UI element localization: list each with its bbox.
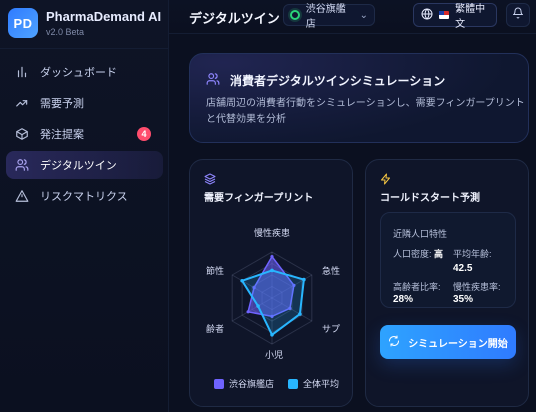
sidebar: PD PharmaDemand AI v2.0 Beta ダッシュボード 需要予… (0, 0, 169, 412)
refresh-icon (388, 335, 400, 350)
taiwan-flag-icon (439, 11, 450, 19)
page-title: デジタルツイン (189, 11, 280, 26)
elderly-ratio-value: 28% (393, 294, 414, 305)
warning-icon (14, 188, 30, 204)
fingerprint-card-header: 需要フィンガープリント (204, 172, 313, 204)
hero-title-row: 消費者デジタルツインシミュレーション (206, 72, 445, 89)
sidebar-item-digital-twin[interactable]: デジタルツイン (6, 151, 163, 179)
demographics-panel: 近隣人口特性 人口密度: 高 平均年齢: 42.5 高齢者比率: 28% 慢性疾… (380, 212, 516, 308)
radar-point (270, 255, 274, 259)
radar-point (270, 268, 274, 273)
radar-point (256, 304, 260, 308)
population-density-label-text: 人口密度: (393, 249, 432, 259)
radar-axis-label-left-top: 節性 (206, 266, 225, 276)
legend-item: 全体平均 (288, 377, 339, 390)
simulation-hero: 消費者デジタルツインシミュレーション 店舗周辺の消費者行動をシミュレーションし、… (189, 53, 529, 143)
legend-label: 渋谷旗艦店 (229, 379, 275, 389)
sidebar-item-demand-forecast[interactable]: 需要予測 (6, 89, 163, 117)
bell-icon (512, 6, 524, 24)
elderly-ratio-label: 高齢者比率: (393, 280, 441, 293)
chronic-rate-label-text: 慢性疾患率: (453, 282, 501, 292)
globe-icon (421, 8, 433, 23)
coldstart-card-title: コールドスタート予測 (380, 193, 480, 204)
radar-point (240, 278, 244, 283)
chevron-down-icon: ⌄ (359, 9, 368, 21)
layers-icon (204, 172, 216, 185)
average-age-label-text: 平均年齢: (453, 249, 492, 259)
users-icon (14, 157, 30, 173)
sidebar-item-label: デジタルツイン (40, 160, 117, 172)
hero-description: 店舗周辺の消費者行動をシミュレーションし、需要フィンガープリントと代替効果を分析 (206, 98, 525, 125)
cold-start-card: コールドスタート予測 近隣人口特性 人口密度: 高 平均年齢: 42.5 高齢者… (365, 159, 529, 407)
language-label: 繁體中文 (455, 4, 486, 30)
sidebar-nav: ダッシュボード 需要予測 発注提案 4 デジタルツイン リスクマトリクス (0, 58, 169, 213)
radar-point (298, 312, 302, 316)
notifications-button[interactable] (506, 3, 530, 27)
sidebar-item-dashboard[interactable]: ダッシュボード (6, 58, 163, 86)
radar-point (246, 310, 250, 314)
chronic-rate-value: 35% (453, 294, 474, 305)
chronic-rate-label: 慢性疾患率: (453, 280, 501, 293)
radar-point (302, 277, 306, 282)
sidebar-item-order-suggestions[interactable]: 発注提案 4 (6, 120, 163, 148)
main-content: 消費者デジタルツインシミュレーション 店舗周辺の消費者行動をシミュレーションし、… (169, 35, 536, 412)
brand-text: PharmaDemand AI v2.0 Beta (46, 8, 162, 37)
sidebar-item-label: ダッシュボード (40, 67, 117, 79)
order-suggestions-badge: 4 (137, 127, 151, 141)
store-select-value: 渋谷旗艦店 (305, 4, 346, 30)
legend-swatch (288, 378, 299, 389)
package-icon (14, 126, 30, 142)
elderly-ratio-label-text: 高齢者比率: (393, 282, 441, 292)
app-root: PD PharmaDemand AI v2.0 Beta ダッシュボード 需要予… (0, 0, 536, 412)
app-logo: PD (8, 8, 38, 38)
coldstart-card-header: コールドスタート予測 (380, 172, 480, 204)
sidebar-item-label: 需要予測 (40, 98, 84, 110)
radar-point (270, 333, 274, 337)
start-simulation-button[interactable]: シミュレーション開始 (380, 325, 516, 359)
radar-axis-label-right-bottom: サプ (322, 324, 341, 334)
store-status-icon (290, 10, 300, 20)
language-button[interactable]: 繁體中文 (413, 3, 497, 30)
sidebar-item-label: 発注提案 (40, 129, 84, 141)
lightning-icon (380, 172, 392, 185)
radar-axis-label-left-bottom: 齢者 (206, 324, 225, 334)
sidebar-item-label: リスクマトリクス (40, 191, 128, 203)
app-name: PharmaDemand AI (46, 8, 162, 24)
population-density-label: 人口密度: 高 (393, 247, 443, 260)
store-select[interactable]: 渋谷旗艦店 ⌄ (283, 4, 375, 30)
fingerprint-card-title: 需要フィンガープリント (204, 193, 314, 204)
average-age-label: 平均年齢: (453, 247, 492, 260)
demand-fingerprint-card: 需要フィンガープリント 慢性疾患 節性 急性 齢者 サプ 小児 渋谷旗艦店 全体… (189, 159, 353, 407)
radar-axis-label-bottom: 小児 (265, 350, 284, 360)
hero-title: 消費者デジタルツインシミュレーション (230, 74, 446, 88)
fingerprint-legend: 渋谷旗艦店 全体平均 (214, 377, 339, 390)
start-simulation-label: シミュレーション開始 (408, 338, 508, 350)
average-age-value: 42.5 (453, 263, 473, 274)
users-icon (206, 72, 220, 89)
app-version: v2.0 Beta (46, 26, 85, 37)
sidebar-item-risk-matrix[interactable]: リスクマトリクス (6, 182, 163, 210)
legend-item: 渋谷旗艦店 (214, 377, 274, 390)
radar-axis-label-right-top: 急性 (322, 266, 341, 276)
trend-up-icon (14, 95, 30, 111)
radar-chart: 慢性疾患 節性 急性 齢者 サプ 小児 (190, 220, 352, 370)
legend-swatch (214, 378, 224, 389)
population-density-value: 高 (434, 249, 444, 259)
radar-axis-label-top: 慢性疾患 (254, 228, 291, 238)
brand: PD PharmaDemand AI v2.0 Beta (8, 8, 161, 38)
sidebar-divider (0, 48, 168, 49)
top-bar: デジタルツイン 渋谷旗艦店 ⌄ 繁體中文 (169, 0, 536, 34)
legend-label: 全体平均 (303, 379, 340, 389)
bar-chart-icon (14, 64, 30, 80)
demographics-title: 近隣人口特性 (393, 229, 448, 239)
